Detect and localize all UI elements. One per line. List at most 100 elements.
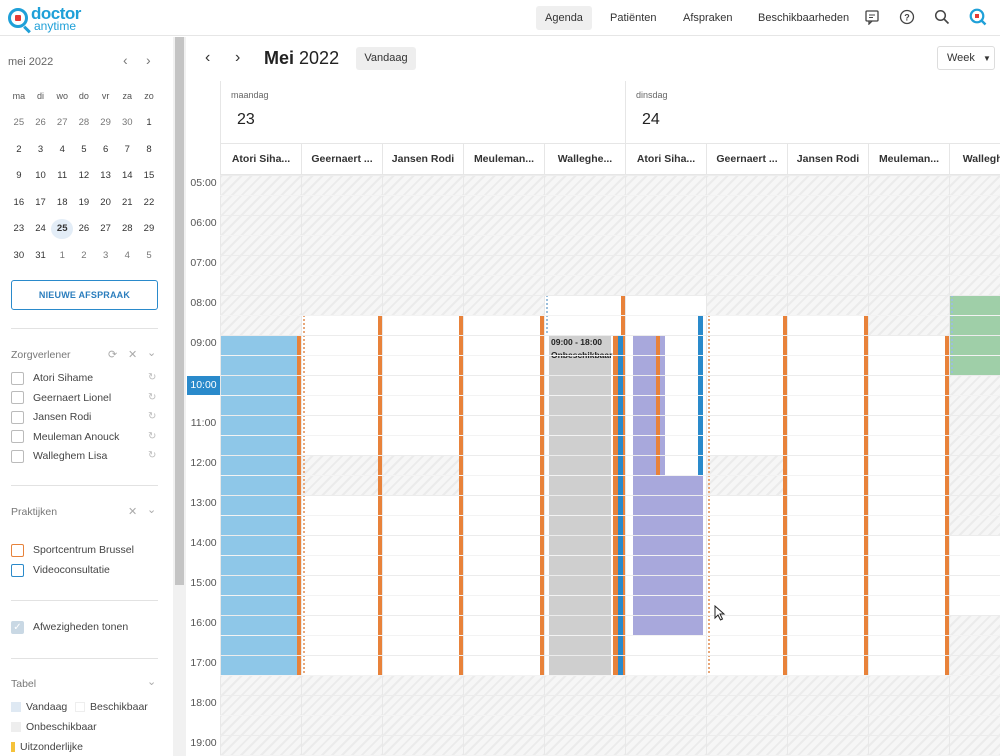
mini-day[interactable]: 26 bbox=[73, 223, 95, 234]
provider-day-column[interactable] bbox=[463, 175, 544, 756]
provider-day-column[interactable] bbox=[301, 175, 382, 756]
checkbox[interactable] bbox=[11, 430, 24, 443]
mini-day[interactable]: 30 bbox=[8, 250, 30, 261]
mini-day[interactable]: 2 bbox=[73, 250, 95, 261]
mini-day[interactable]: 21 bbox=[116, 197, 138, 208]
mini-day[interactable]: 11 bbox=[51, 170, 73, 181]
mini-day[interactable]: 27 bbox=[95, 223, 117, 234]
unavailable-event[interactable]: 09:00 - 18:00 Onbeschikbaar bbox=[549, 335, 612, 675]
provider-column-header[interactable]: Walleghe... bbox=[544, 144, 625, 176]
mini-day[interactable]: 6 bbox=[95, 144, 117, 155]
next-week-icon[interactable]: › bbox=[235, 49, 240, 67]
mini-day[interactable]: 28 bbox=[73, 117, 95, 128]
provider-column-header[interactable]: Meuleman... bbox=[463, 144, 544, 176]
mini-day[interactable]: 23 bbox=[8, 223, 30, 234]
mini-day[interactable]: 30 bbox=[116, 117, 138, 128]
filter-clear-icon[interactable]: ✕ bbox=[128, 505, 137, 518]
checkbox[interactable] bbox=[11, 371, 24, 385]
filter-clear-icon[interactable]: ✕ bbox=[128, 348, 137, 361]
mini-day[interactable]: 24 bbox=[30, 223, 52, 234]
provider-filter-item[interactable]: Walleghem Lisa bbox=[11, 448, 107, 464]
mini-day[interactable]: 29 bbox=[138, 223, 160, 234]
provider-day-column[interactable] bbox=[625, 175, 706, 756]
provider-day-column[interactable] bbox=[787, 175, 868, 756]
mini-day[interactable]: 17 bbox=[30, 197, 52, 208]
nav-beschikbaarheden[interactable]: Beschikbaarheden bbox=[749, 6, 858, 30]
praktijk-sportcentrum[interactable]: Sportcentrum Brussel bbox=[11, 542, 134, 558]
refresh-icon[interactable]: ↻ bbox=[148, 392, 156, 403]
checkbox-checked[interactable]: ✓ bbox=[11, 620, 24, 634]
checkbox[interactable] bbox=[11, 543, 24, 557]
mini-day[interactable]: 13 bbox=[95, 170, 117, 181]
provider-column-header[interactable]: Atori Siha... bbox=[625, 144, 706, 176]
refresh-all-icon[interactable]: ⟳ bbox=[108, 348, 117, 361]
nav-agenda[interactable]: Agenda bbox=[536, 6, 592, 30]
provider-day-column[interactable] bbox=[949, 175, 1000, 756]
mini-day[interactable]: 7 bbox=[116, 144, 138, 155]
chevron-down-icon[interactable]: ⌄ bbox=[147, 675, 156, 688]
provider-column-header[interactable]: Atori Siha... bbox=[220, 144, 301, 176]
nav-afspraken[interactable]: Afspraken bbox=[674, 6, 742, 30]
mini-day[interactable]: 25 bbox=[8, 117, 30, 128]
mini-day[interactable]: 16 bbox=[8, 197, 30, 208]
provider-day-column[interactable] bbox=[220, 175, 301, 756]
doctoranytime-logo[interactable]: doctor anytime bbox=[8, 4, 81, 33]
provider-column-header[interactable]: Meuleman... bbox=[868, 144, 949, 176]
chevron-down-icon[interactable]: ⌄ bbox=[147, 503, 156, 516]
chat-icon[interactable] bbox=[863, 8, 881, 26]
provider-column-header[interactable]: Geernaert ... bbox=[706, 144, 787, 176]
help-icon[interactable]: ? bbox=[898, 8, 916, 26]
mini-day[interactable]: 10 bbox=[30, 170, 52, 181]
provider-day-column[interactable]: 09:00 - 18:00 Onbeschikbaar bbox=[544, 175, 625, 756]
mini-day[interactable]: 19 bbox=[73, 197, 95, 208]
search-icon[interactable] bbox=[933, 8, 951, 26]
mini-day[interactable]: 20 bbox=[95, 197, 117, 208]
mini-day[interactable]: 29 bbox=[95, 117, 117, 128]
mini-day[interactable]: 18 bbox=[51, 197, 73, 208]
mini-day[interactable]: 27 bbox=[51, 117, 73, 128]
mini-day[interactable]: 8 bbox=[138, 144, 160, 155]
provider-filter-item[interactable]: Jansen Rodi bbox=[11, 409, 91, 425]
mini-next-month-icon[interactable]: › bbox=[146, 52, 151, 68]
mini-day[interactable]: 5 bbox=[73, 144, 95, 155]
mini-day[interactable]: 4 bbox=[51, 144, 73, 155]
mini-day[interactable]: 5 bbox=[138, 250, 160, 261]
mini-day[interactable]: 12 bbox=[73, 170, 95, 181]
absences-toggle[interactable]: ✓ Afwezigheden tonen bbox=[11, 619, 128, 635]
provider-filter-item[interactable]: Geernaert Lionel bbox=[11, 390, 111, 406]
profile-logo-icon[interactable] bbox=[969, 8, 987, 26]
mini-day[interactable]: 22 bbox=[138, 197, 160, 208]
provider-column-header[interactable]: Jansen Rodi bbox=[382, 144, 463, 176]
mini-day[interactable]: 1 bbox=[51, 250, 73, 261]
sidebar-scrollbar[interactable] bbox=[173, 37, 186, 756]
mini-day[interactable]: 3 bbox=[95, 250, 117, 261]
mini-day[interactable]: 26 bbox=[30, 117, 52, 128]
mini-day[interactable]: 9 bbox=[8, 170, 30, 181]
mini-day[interactable]: 15 bbox=[138, 170, 160, 181]
provider-filter-item[interactable]: Atori Sihame bbox=[11, 370, 93, 386]
view-select[interactable]: Week ▼ bbox=[937, 46, 995, 70]
mini-day[interactable]: 31 bbox=[30, 250, 52, 261]
scrollbar-thumb[interactable] bbox=[175, 37, 184, 585]
provider-column-header[interactable]: Geernaert ... bbox=[301, 144, 382, 176]
provider-filter-item[interactable]: Meuleman Anouck bbox=[11, 429, 119, 445]
checkbox[interactable] bbox=[11, 410, 24, 424]
mini-day[interactable]: 2 bbox=[8, 144, 30, 155]
mini-day[interactable]: 14 bbox=[116, 170, 138, 181]
refresh-icon[interactable]: ↻ bbox=[148, 411, 156, 422]
provider-day-column[interactable] bbox=[868, 175, 949, 756]
mini-day[interactable]: 4 bbox=[116, 250, 138, 261]
checkbox[interactable] bbox=[11, 563, 24, 577]
refresh-icon[interactable]: ↻ bbox=[148, 450, 156, 461]
nav-patienten[interactable]: Patiënten bbox=[601, 6, 665, 30]
provider-column-header[interactable]: Jansen Rodi bbox=[787, 144, 868, 176]
provider-day-column[interactable] bbox=[706, 175, 787, 756]
mini-day[interactable]: 3 bbox=[30, 144, 52, 155]
praktijk-video[interactable]: Videoconsultatie bbox=[11, 562, 110, 578]
chevron-down-icon[interactable]: ⌄ bbox=[147, 346, 156, 359]
checkbox[interactable] bbox=[11, 449, 24, 463]
refresh-icon[interactable]: ↻ bbox=[148, 372, 156, 383]
mini-day[interactable]: 25 bbox=[51, 218, 74, 239]
mini-day[interactable]: 1 bbox=[138, 117, 160, 128]
refresh-icon[interactable]: ↻ bbox=[148, 431, 156, 442]
